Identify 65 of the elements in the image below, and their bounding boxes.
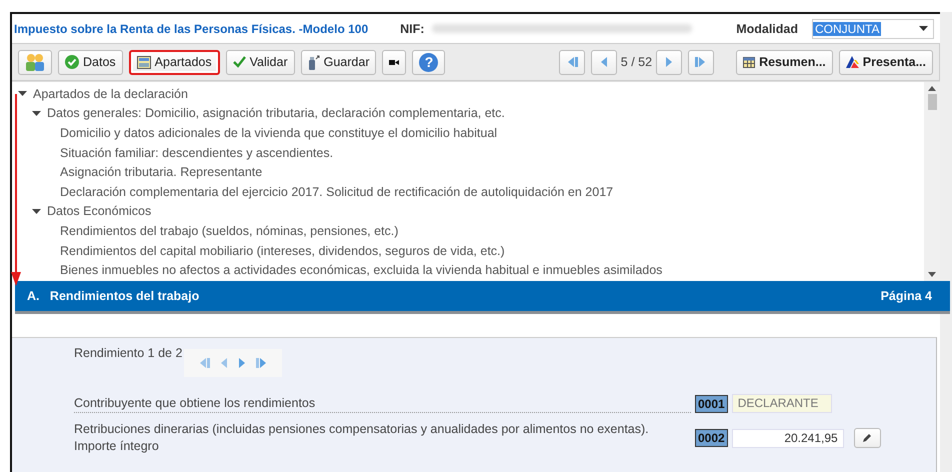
- scroll-thumb[interactable]: [928, 94, 936, 110]
- people-icon: [25, 53, 45, 71]
- camera-button[interactable]: [382, 50, 406, 74]
- scroll-down-icon[interactable]: [928, 272, 936, 277]
- next-icon: [665, 57, 674, 67]
- section-title: A. Rendimientos del trabajo: [27, 289, 200, 303]
- tree-item[interactable]: Datos generales: Domicilio, asignación tributaria, declaración complementaria, etc.: [47, 106, 505, 120]
- modalidad-select[interactable]: CONJUNTA: [812, 18, 934, 38]
- table-icon: [743, 56, 756, 68]
- expand-icon[interactable]: [32, 206, 41, 216]
- expand-icon[interactable]: [32, 108, 41, 118]
- box-code: 0001: [695, 394, 728, 412]
- record-counter: Rendimiento 1 de 2: [74, 346, 182, 360]
- previous-icon: [600, 57, 608, 67]
- checkmark-icon: [232, 56, 246, 68]
- first-icon: [198, 358, 210, 368]
- tree-item[interactable]: Rendimientos del capital mobiliario (intereses, dividendos, seguros de vida, etc.): [60, 244, 505, 258]
- field-label: Contribuyente que obtiene los rendimientos: [74, 394, 691, 412]
- previous-page-button[interactable]: [590, 50, 617, 74]
- previous-icon: [220, 358, 228, 368]
- toolbar-button[interactable]: Validar: [226, 50, 295, 74]
- first-icon: [566, 57, 578, 67]
- tree-item[interactable]: Rendimientos del trabajo (sueldos, nóminas, pensiones, etc.): [60, 224, 398, 238]
- help-icon: ?: [419, 52, 438, 72]
- toolbar-button[interactable]: Datos: [58, 50, 123, 74]
- first-page-button[interactable]: [558, 50, 585, 74]
- field-label: Retribuciones dinerarias (incluidas pensiones compensatorias y anualidades por alimentos no exentas). Importe íntegro: [74, 421, 650, 455]
- scrollbar[interactable]: [924, 82, 940, 281]
- page-number: Página 4: [880, 289, 932, 303]
- window-title: Impuesto sobre la Renta de las Personas Físicas. -Modelo 100: [14, 22, 368, 36]
- tree-item[interactable]: Declaración complementaria del ejercicio 2017. Solicitud de rectificación de autoliquidación en 2017: [60, 184, 614, 199]
- submit-button[interactable]: Presenta...: [838, 50, 933, 74]
- amount-field[interactable]: 20.241,95: [732, 428, 844, 448]
- tree-item[interactable]: Domicilio y datos adicionales de la vivienda que constituye el domicilio habitual: [60, 126, 498, 140]
- expand-icon[interactable]: [18, 89, 27, 98]
- text-field[interactable]: DECLARANTE: [732, 394, 832, 413]
- toolbar-button[interactable]: Guardar: [300, 50, 376, 74]
- summary-button[interactable]: Resumen...: [736, 50, 833, 74]
- tree-item[interactable]: Apartados de la declaración: [33, 86, 188, 101]
- calculator-icon: [136, 56, 151, 68]
- edit-button[interactable]: [854, 428, 881, 448]
- page-counter: 5 / 52: [620, 55, 652, 69]
- check-icon: [65, 55, 79, 69]
- bottle-icon: [308, 54, 320, 70]
- dropdown-icon: [919, 26, 928, 31]
- toolbar-button[interactable]: Apartados: [128, 50, 220, 74]
- logo-icon: [846, 56, 859, 68]
- record-navigation[interactable]: [184, 349, 282, 377]
- tree-item[interactable]: Datos Económicos: [47, 204, 152, 218]
- people-button[interactable]: [18, 50, 52, 74]
- nif-label: NIF:: [400, 22, 424, 36]
- scroll-up-icon[interactable]: [928, 86, 936, 91]
- tree-item[interactable]: Asignación tributaria. Representante: [60, 165, 262, 180]
- tree-item[interactable]: Bienes inmuebles no afectos a actividades económicas, excluida la vivienda habitual e inmuebles asimilados: [60, 263, 662, 278]
- help-button[interactable]: ?: [412, 50, 446, 74]
- modalidad-label: Modalidad: [736, 22, 798, 36]
- next-icon: [238, 358, 246, 368]
- box-code: 0002: [695, 429, 728, 447]
- next-page-button[interactable]: [656, 50, 682, 74]
- camera-icon: [389, 58, 400, 66]
- last-page-button[interactable]: [688, 50, 714, 74]
- last-icon: [695, 57, 708, 67]
- pencil-icon: [862, 433, 872, 443]
- tree-item[interactable]: Situación familiar: descendientes y ascendientes.: [60, 146, 334, 160]
- last-icon: [256, 358, 268, 368]
